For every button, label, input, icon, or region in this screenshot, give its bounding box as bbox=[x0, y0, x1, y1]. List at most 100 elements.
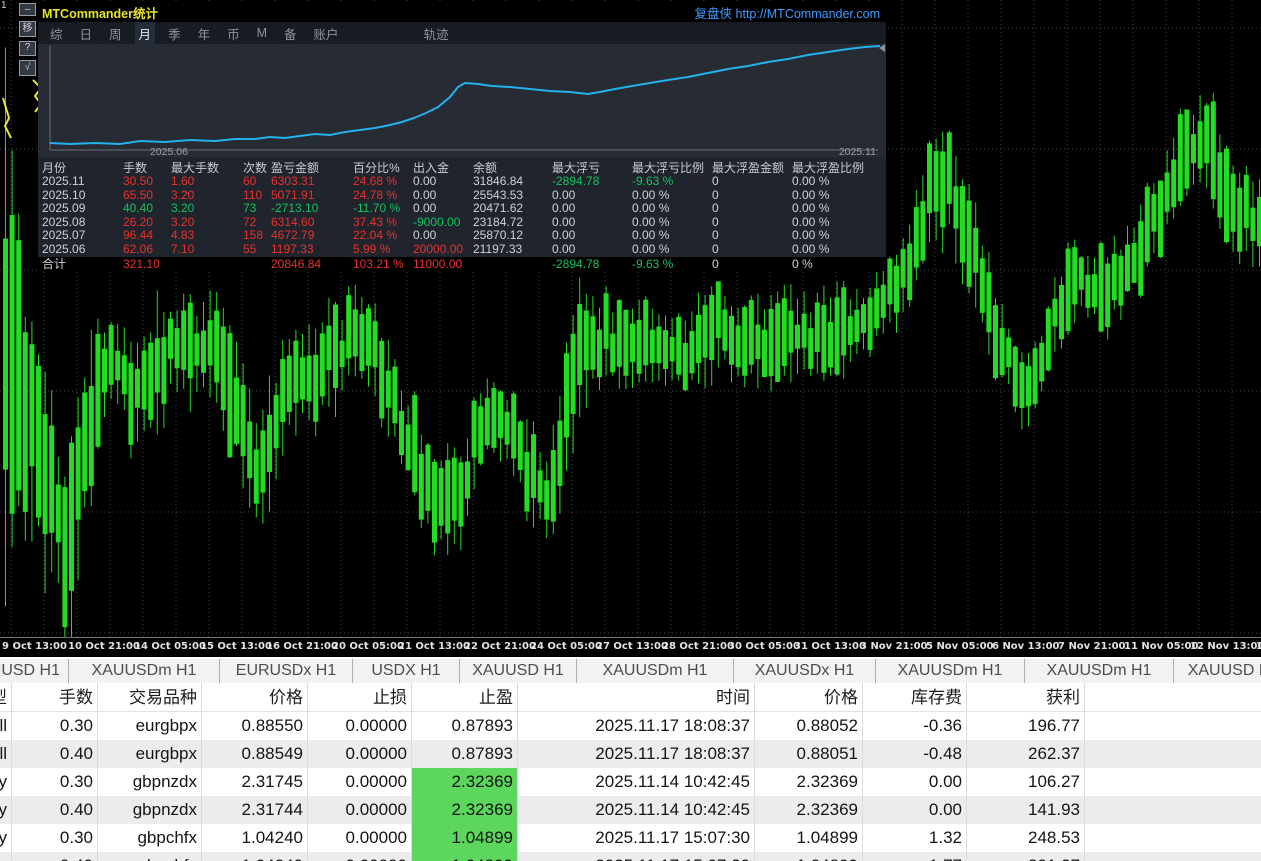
candle-body bbox=[399, 411, 404, 455]
stats-cell: 321.10 bbox=[123, 257, 171, 271]
chart-tab-xauusd-h1[interactable]: XAUUSD H1 bbox=[1174, 659, 1261, 683]
stats-cell: 72 bbox=[243, 216, 271, 230]
trade-cell: gbpchfx bbox=[98, 852, 202, 861]
menu-item-周[interactable]: 周 bbox=[105, 22, 126, 45]
candle-body bbox=[689, 331, 694, 373]
candle-body bbox=[854, 310, 859, 342]
chart-tab-xauusd-h1[interactable]: XAUUSD H1 bbox=[0, 659, 69, 683]
candle-body bbox=[175, 328, 180, 368]
stats-table-row[interactable]: 2025.1130.501.60606303.3124.68 %0.003184… bbox=[38, 175, 886, 189]
stats-cell: 月份 bbox=[42, 161, 123, 175]
candle-body bbox=[359, 314, 364, 371]
menu-item-日[interactable]: 日 bbox=[76, 22, 97, 45]
candle-body bbox=[227, 333, 232, 457]
trade-cell: 0.00000 bbox=[308, 712, 412, 740]
chart-tab-xauusdm-h1[interactable]: XAUUSDm H1 bbox=[577, 659, 734, 683]
stats-table-row[interactable]: 2025.0662.067.10551197.335.99 %20000.002… bbox=[38, 243, 886, 257]
candle-body bbox=[155, 338, 160, 392]
trade-cell-filler bbox=[1085, 740, 1261, 768]
trade-table-row[interactable]: buy0.40gbpnzdx2.317440.000002.323692025.… bbox=[0, 796, 1261, 824]
candle-body bbox=[432, 462, 437, 543]
trade-table-row[interactable]: sell0.30eurgbpx0.885500.000000.878932025… bbox=[0, 712, 1261, 740]
menu-item-季[interactable]: 季 bbox=[164, 22, 185, 45]
trade-cell: 0.30 bbox=[12, 768, 98, 796]
trade-table-row[interactable]: buy0.40gbpchfx1.042400.000001.048992025.… bbox=[0, 852, 1261, 861]
panel-titlebar[interactable]: MTCommander统计 复盘侠 http://MTCommander.com bbox=[38, 3, 886, 22]
trade-table-header[interactable]: 类型手数交易品种价格止损止盈时间价格库存费获利 bbox=[0, 683, 1261, 712]
menu-item-年[interactable]: 年 bbox=[194, 22, 215, 45]
equity-chart[interactable]: 2025.06 2025.11 bbox=[38, 44, 886, 157]
trade-cell: 262.37 bbox=[967, 740, 1085, 768]
chart-tab-xauusd-h1[interactable]: XAUUSD H1 bbox=[460, 659, 577, 683]
candle-body bbox=[43, 414, 48, 534]
stats-table-total-row[interactable]: 合计321.1020846.84103.21 %11000.00-2894.78… bbox=[38, 257, 886, 271]
watermark-link[interactable]: 复盘侠 http://MTCommander.com bbox=[695, 3, 880, 22]
stats-cell: 2025.10 bbox=[42, 189, 123, 203]
chart-tab-eurusdx-h1[interactable]: EURUSDx H1 bbox=[220, 659, 353, 683]
trade-cell: -0.36 bbox=[863, 712, 967, 740]
trade-cell: 1.77 bbox=[863, 852, 967, 861]
stats-cell: 158 bbox=[243, 229, 271, 243]
stats-cell: 103.21 % bbox=[353, 257, 413, 271]
menu-item-综[interactable]: 综 bbox=[46, 22, 67, 45]
chart-tab-usdx-h1[interactable]: USDX H1 bbox=[353, 659, 460, 683]
candle-body bbox=[465, 461, 470, 498]
trade-cell: -0.48 bbox=[863, 740, 967, 768]
confirm-button[interactable]: √ bbox=[19, 60, 36, 76]
stats-table-row[interactable]: 2025.0826.203.20726314.6037.43 %-9000.00… bbox=[38, 216, 886, 230]
stats-cell: 7.10 bbox=[171, 243, 243, 257]
trade-cell: 时间 bbox=[518, 683, 755, 711]
candle-body bbox=[1237, 188, 1242, 252]
candle-body bbox=[89, 386, 94, 486]
trade-cell: buy bbox=[0, 824, 12, 852]
menu-item-备[interactable]: 备 bbox=[280, 22, 301, 45]
candle-body bbox=[10, 215, 15, 514]
trade-cell: 类型 bbox=[0, 683, 12, 711]
time-axis[interactable]: 9 Oct 13:0010 Oct 21:0014 Oct 05:0015 Oc… bbox=[0, 637, 1261, 657]
candle-body bbox=[23, 332, 28, 512]
menu-item-M[interactable]: M bbox=[253, 24, 271, 42]
candle-body bbox=[947, 132, 952, 203]
candle-body bbox=[617, 300, 622, 367]
chart-tab-xauusdm-h1[interactable]: XAUUSDm H1 bbox=[69, 659, 220, 683]
trade-table-row[interactable]: buy0.30gbpnzdx2.317450.000002.323692025.… bbox=[0, 768, 1261, 796]
menu-item-币[interactable]: 币 bbox=[223, 22, 244, 45]
trade-table-row[interactable]: buy0.30gbpchfx1.042400.000001.048992025.… bbox=[0, 824, 1261, 852]
trade-cell: gbpnzdx bbox=[98, 768, 202, 796]
trade-cell: buy bbox=[0, 796, 12, 824]
candle-body bbox=[452, 458, 457, 521]
stats-table-row[interactable]: 2025.1065.503.201105071.9124.78 %0.00255… bbox=[38, 189, 886, 203]
candle-body bbox=[577, 304, 582, 385]
time-axis-label: 15 Oct 13:00 bbox=[200, 641, 272, 652]
move-button[interactable]: 移 bbox=[19, 21, 36, 37]
panel-menu: 综日周月季年币M备账户 轨迹 bbox=[38, 22, 886, 44]
chart-tab-xauusdx-h1[interactable]: XAUUSDx H1 bbox=[734, 659, 876, 683]
trade-cell: 2025.11.17 18:08:37 bbox=[518, 712, 755, 740]
candle-body bbox=[1039, 343, 1044, 382]
menu-item-轨迹[interactable]: 轨迹 bbox=[420, 22, 453, 45]
chart-tab-xauusdm-h1[interactable]: XAUUSDm H1 bbox=[876, 659, 1025, 683]
candle-body bbox=[564, 353, 569, 437]
stats-table-row[interactable]: 2025.0796.444.831584672.7922.04 %0.00258… bbox=[38, 229, 886, 243]
candle-body bbox=[604, 293, 609, 348]
candle-body bbox=[953, 186, 958, 228]
stats-cell: 110 bbox=[243, 189, 271, 203]
trade-cell: 价格 bbox=[202, 683, 308, 711]
trade-table-row[interactable]: sell0.40eurgbpx0.885490.000000.878932025… bbox=[0, 740, 1261, 768]
menu-item-月[interactable]: 月 bbox=[135, 22, 156, 45]
candle-body bbox=[663, 330, 668, 369]
stats-table-row[interactable]: 2025.0940.403.2073-2713.10-11.70 %0.0020… bbox=[38, 202, 886, 216]
stats-cell: 4.83 bbox=[171, 229, 243, 243]
menu-item-账户[interactable]: 账户 bbox=[310, 22, 343, 45]
candle-body bbox=[1198, 121, 1203, 168]
stats-cell: 2025.08 bbox=[42, 216, 123, 230]
chart-tab-xauusdm-h1[interactable]: XAUUSDm H1 bbox=[1025, 659, 1174, 683]
stats-cell: 0 bbox=[712, 202, 792, 216]
candle-body bbox=[333, 305, 338, 388]
candle-body bbox=[1191, 134, 1196, 163]
candle-body bbox=[326, 326, 331, 370]
minimize-button[interactable]: – bbox=[19, 3, 36, 16]
chart-corner-label: 1 bbox=[1, 0, 7, 11]
help-button[interactable]: ? bbox=[19, 41, 36, 56]
trade-cell: 1.04240 bbox=[202, 824, 308, 852]
